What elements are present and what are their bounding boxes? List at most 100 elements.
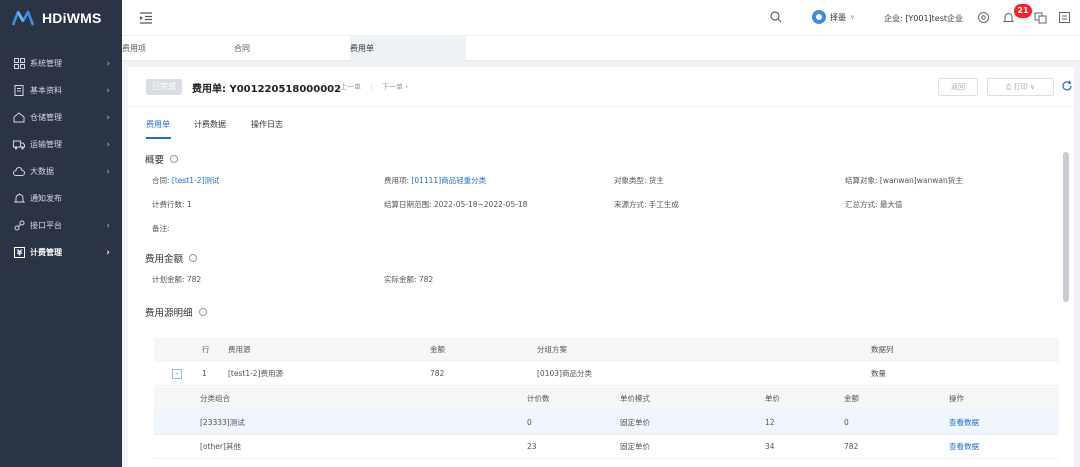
grid-icon (12, 57, 26, 71)
link-label: 查看数据 (949, 442, 979, 451)
document-header: 已完成 费用单: Y001220518000002 ‹ 上一单 | 下一单 › … (128, 67, 1074, 107)
document-list-icon[interactable] (1058, 11, 1071, 24)
tab-fee-item[interactable]: 费用项 (122, 36, 232, 61)
cell-amount: 782 (430, 369, 445, 378)
sidebar-item-label: 通知发布 (30, 194, 62, 203)
cell-row: 1 (202, 369, 207, 378)
truck-icon (12, 138, 26, 152)
chevron-right-icon: › (106, 139, 110, 150)
sidebar-item-label: 系统管理 (30, 59, 62, 68)
contract-field: 合同: [test1-2]测试 (152, 175, 219, 186)
header-qty: 计价数 (527, 394, 550, 403)
translate-icon[interactable] (1034, 11, 1047, 24)
tab-fee-bill[interactable]: 费用单 (350, 36, 466, 61)
notification-badge: 21 (1014, 4, 1032, 18)
view-data-link[interactable]: 查看数据 (949, 435, 979, 459)
menu-collapse-icon[interactable] (139, 11, 153, 25)
cell-amount: 782 (844, 442, 859, 451)
user-menu[interactable]: 择墨 ∨ (812, 10, 855, 24)
cell-mode: 固定单价 (620, 442, 650, 451)
sidebar-item-notice[interactable]: 通知发布 (0, 185, 122, 212)
divider: | (370, 83, 373, 91)
summary-mode-field: 汇总方式: 最大值 (845, 200, 903, 209)
fee-item-field: 费用项: [01111]商品轻重分类 (384, 175, 486, 186)
section-overview[interactable]: 概要 (145, 152, 179, 166)
bell-icon (12, 192, 26, 206)
billing-icon: ¥ (12, 246, 26, 260)
status-badge: 已完成 (146, 79, 182, 95)
collapse-row-icon[interactable]: - (172, 369, 182, 379)
sidebar-item-big-data[interactable]: 大数据 › (0, 158, 122, 185)
cell-combo: [other]其他 (200, 442, 241, 451)
chevron-right-icon: › (106, 85, 110, 96)
cell-price: 34 (765, 442, 775, 451)
sidebar-menu: 系统管理 › 基本资料 › 仓储管理 › 运输管理 › 大数据 › 通知发布 接… (0, 50, 122, 266)
table-row[interactable]: - 1 [test1-2]费用源 782 [0103]商品分类 数量 (154, 362, 1059, 386)
header-row: 行 (202, 345, 210, 354)
subtab-operation-log[interactable]: 操作日志 (251, 119, 283, 130)
header-source: 费用源 (228, 345, 251, 354)
cell-qty: 23 (527, 442, 537, 451)
subtab-billing-data[interactable]: 计费数据 (194, 119, 226, 130)
link-label: 查看数据 (949, 418, 979, 427)
cloud-icon (12, 165, 26, 179)
avatar (812, 10, 826, 24)
view-data-link[interactable]: 查看数据 (949, 411, 979, 435)
sidebar-item-label: 大数据 (30, 167, 54, 176)
section-source-detail[interactable]: 费用源明细 (145, 305, 207, 319)
page-title-value: Y001220518000002 (229, 84, 342, 95)
eye-icon[interactable] (977, 11, 990, 24)
table-header: 分类组合 计价数 单价模式 单价 金额 操作 (154, 387, 1059, 411)
sidebar-item-label: 接口平台 (30, 221, 62, 230)
contract-link[interactable]: [test1-2]测试 (172, 176, 220, 185)
sidebar-item-transport[interactable]: 运输管理 › (0, 131, 122, 158)
table-row[interactable]: [other]其他 23 固定单价 34 782 查看数据 (154, 435, 1059, 459)
section-title: 费用金额 (145, 254, 184, 265)
company-selector[interactable]: 企业: [Y001]test企业 (884, 13, 963, 24)
actual-amount-field: 实际金额: 782 (384, 275, 434, 284)
table-row[interactable]: [23333]测试 0 固定单价 12 0 查看数据 (154, 411, 1059, 435)
cell-price: 12 (765, 418, 775, 427)
page-tabs: 费用项 合同 费用单 (122, 36, 1080, 61)
cell-source: [test1-2]费用源 (228, 369, 284, 378)
sidebar-item-label: 计费管理 (30, 248, 62, 257)
collapse-icon (170, 155, 179, 163)
field-label: 合同: (152, 176, 170, 185)
sidebar-item-interface[interactable]: 接口平台 › (0, 212, 122, 239)
page-title-label: 费用单: (192, 84, 226, 95)
printer-icon: ⎙ (1005, 83, 1012, 91)
company-label: 企业: (884, 14, 903, 23)
search-icon[interactable] (770, 11, 782, 23)
sidebar-item-warehouse[interactable]: 仓储管理 › (0, 104, 122, 131)
header-operation: 操作 (949, 394, 964, 403)
subtab-fee-bill[interactable]: 费用单 (146, 119, 170, 130)
tab-label: 合同 (234, 44, 250, 53)
section-amount[interactable]: 费用金额 (145, 251, 198, 265)
logo[interactable]: HDiWMS (0, 0, 122, 36)
rows-count-field: 计费行数: 1 (152, 200, 192, 209)
prev-link[interactable]: 上一单 (340, 83, 361, 91)
scrollbar[interactable] (1063, 152, 1069, 302)
source-detail-table: 行 费用源 金额 分组方案 数据列 - 1 [test1-2]费用源 782 [… (154, 338, 1059, 386)
notification-bell-icon[interactable] (1002, 11, 1015, 24)
back-button[interactable]: 返回 (938, 78, 978, 96)
document-icon (12, 84, 26, 98)
user-name: 择墨 (830, 12, 846, 22)
header-price: 单价 (765, 394, 780, 403)
print-button[interactable]: ⎙ 打印 ∨ (987, 78, 1054, 96)
object-type-field: 对象类型: 货主 (614, 176, 664, 185)
sidebar-item-basic-data[interactable]: 基本资料 › (0, 77, 122, 104)
cell-qty: 0 (527, 418, 532, 427)
chevron-down-icon: ∨ (850, 13, 856, 21)
sidebar-item-system[interactable]: 系统管理 › (0, 50, 122, 77)
sidebar-item-billing[interactable]: ¥ 计费管理 › (0, 239, 122, 266)
sidebar-item-label: 基本资料 (30, 86, 62, 95)
chevron-right-icon: › (405, 83, 408, 91)
section-title: 概要 (145, 155, 165, 166)
sidebar-item-label: 仓储管理 (30, 113, 62, 122)
refresh-icon[interactable] (1061, 80, 1073, 92)
fee-item-link[interactable]: [01111]商品轻重分类 (411, 176, 486, 185)
tab-contract[interactable]: 合同 (234, 36, 348, 61)
next-link[interactable]: 下一单 (382, 83, 403, 91)
sidebar-item-label: 运输管理 (30, 140, 62, 149)
